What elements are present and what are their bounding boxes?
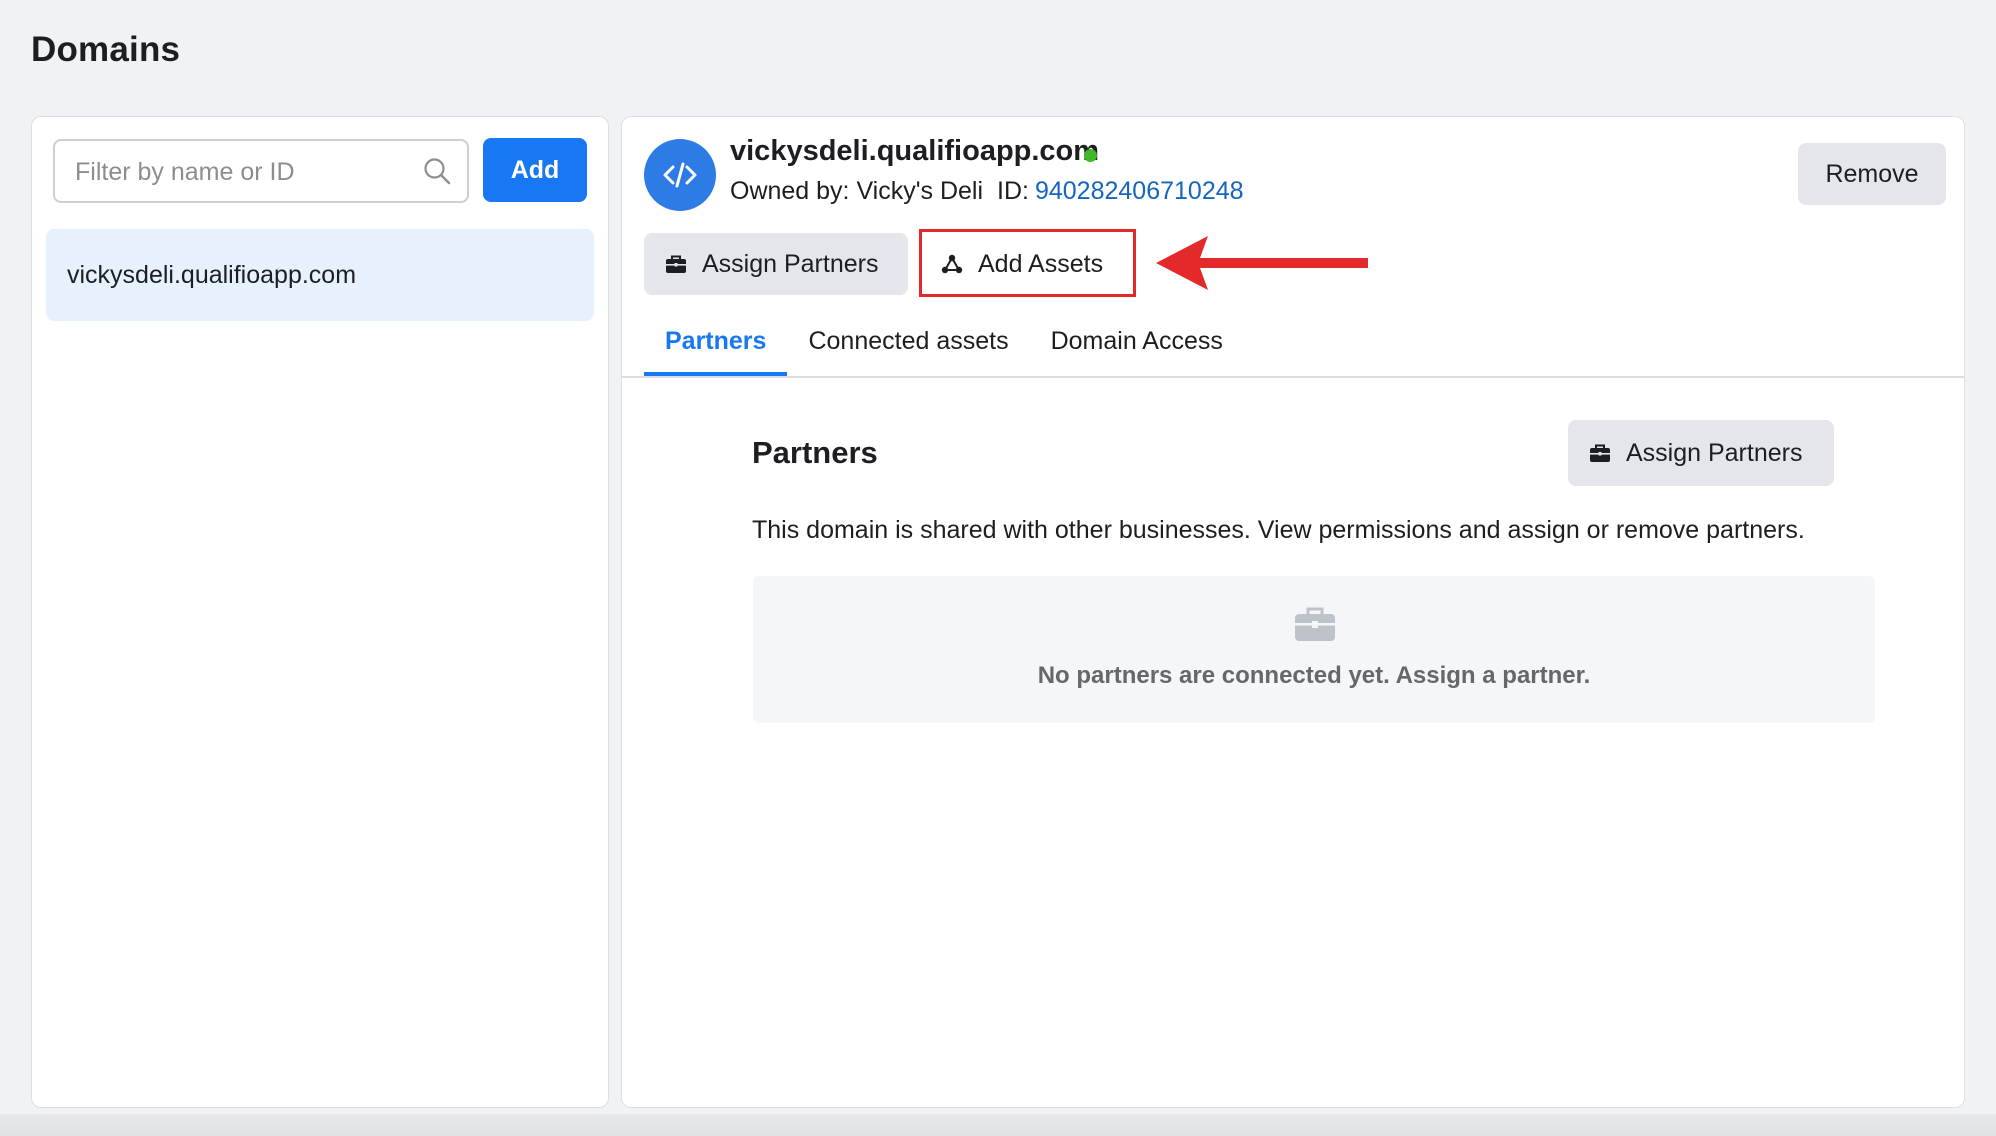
detail-tabs: Partners Connected assets Domain Access xyxy=(644,315,1244,377)
arrow-left-icon xyxy=(1156,236,1368,290)
section-assign-partners-label: Assign Partners xyxy=(1626,438,1803,467)
domain-id-link[interactable]: 940282406710248 xyxy=(1035,177,1244,205)
tab-connected-assets[interactable]: Connected assets xyxy=(787,315,1029,377)
tab-partners[interactable]: Partners xyxy=(644,315,788,377)
add-domain-button[interactable]: Add xyxy=(483,138,587,202)
code-icon xyxy=(644,139,716,211)
add-assets-button[interactable]: Add Assets xyxy=(920,233,1138,295)
domain-list-panel: Add vickysdeli.qualifioapp.com xyxy=(31,116,609,1108)
tabs-divider xyxy=(622,376,1964,378)
section-description: This domain is shared with other busines… xyxy=(752,516,1805,544)
assign-partners-button[interactable]: Assign Partners xyxy=(644,233,908,295)
status-indicator xyxy=(1084,149,1097,162)
add-assets-label: Add Assets xyxy=(978,249,1104,278)
page-title: Domains xyxy=(31,30,181,69)
code-glyph xyxy=(663,162,697,188)
id-label: ID: xyxy=(997,177,1029,205)
domain-list-item[interactable]: vickysdeli.qualifioapp.com xyxy=(46,229,594,321)
domain-name-heading: vickysdeli.qualifioapp.com xyxy=(730,135,1100,167)
empty-state: No partners are connected yet. Assign a … xyxy=(753,576,1875,723)
domain-list-item-label: vickysdeli.qualifioapp.com xyxy=(67,260,357,289)
owner-label: Owned by: Vicky's Deli xyxy=(730,177,984,205)
briefcase-icon xyxy=(1590,444,1610,462)
assign-partners-label: Assign Partners xyxy=(702,249,879,278)
owner-line: Owned by: Vicky's Deli ID: 940282406710248 xyxy=(730,177,1244,206)
section-title: Partners xyxy=(752,435,878,470)
briefcase-icon xyxy=(1295,607,1335,641)
briefcase-icon xyxy=(666,255,686,273)
tab-domain-access[interactable]: Domain Access xyxy=(1030,315,1244,377)
search-icon[interactable] xyxy=(423,157,451,185)
window-bottom-edge xyxy=(0,1114,1996,1136)
section-assign-partners-button[interactable]: Assign Partners xyxy=(1568,420,1834,486)
search-input[interactable] xyxy=(73,141,417,203)
empty-state-message: No partners are connected yet. Assign a … xyxy=(1037,662,1591,689)
remove-button[interactable]: Remove xyxy=(1798,143,1946,205)
nodes-icon xyxy=(941,254,963,274)
search-box[interactable] xyxy=(53,139,469,203)
